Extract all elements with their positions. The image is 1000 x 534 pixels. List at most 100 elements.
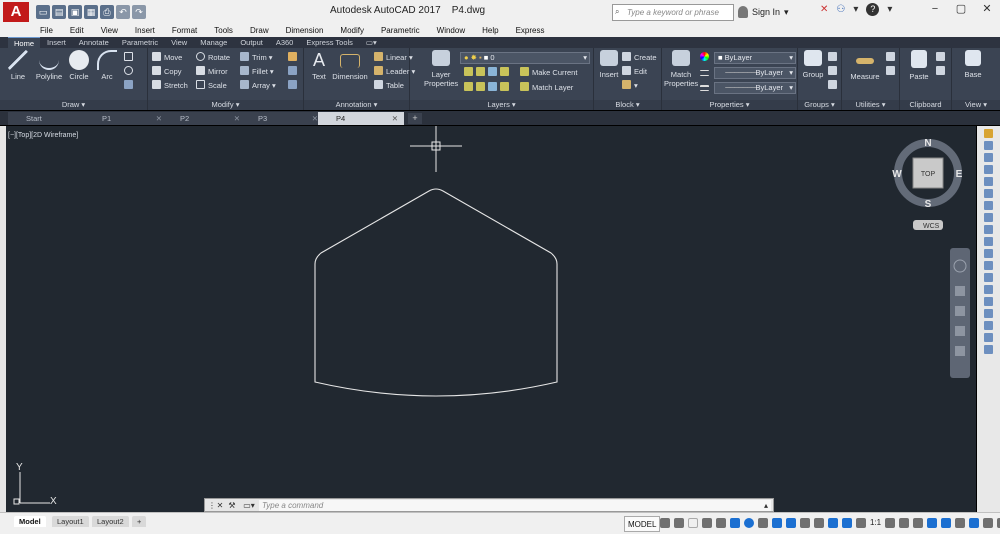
ellipse-icon[interactable] xyxy=(984,225,993,234)
block-panel-title[interactable]: Block ▾ xyxy=(594,100,661,110)
object-snap-icon[interactable] xyxy=(786,518,796,528)
text-button[interactable]: A Text xyxy=(308,50,330,81)
layer-isolate-icon[interactable] xyxy=(476,67,485,76)
tab-a360[interactable]: A360 xyxy=(270,37,300,48)
close-icon[interactable]: ✕ xyxy=(974,0,1000,18)
compass-south[interactable]: S xyxy=(925,199,932,210)
tab-view[interactable]: View xyxy=(165,37,193,48)
lock-ui-icon[interactable] xyxy=(941,518,952,528)
arc-button[interactable]: Arc xyxy=(96,50,118,81)
zoom-extents-icon[interactable] xyxy=(955,306,965,316)
annotation-scale-icon[interactable] xyxy=(856,518,866,528)
scale-button[interactable]: Scale xyxy=(196,80,227,92)
layer-unisolate-icon[interactable] xyxy=(476,82,485,91)
viewcube-face-top[interactable]: TOP xyxy=(921,171,936,178)
open-icon[interactable]: ▤ xyxy=(52,5,66,19)
create-block-button[interactable]: Create xyxy=(622,52,657,64)
units-icon[interactable] xyxy=(913,518,924,528)
layout-tab-layout1[interactable]: Layout1 xyxy=(52,516,89,527)
isometric-drafting-icon[interactable] xyxy=(758,518,768,528)
utilities-panel-title[interactable]: Utilities ▾ xyxy=(842,100,899,110)
new-icon[interactable]: ▭ xyxy=(36,5,50,19)
file-tab-p3[interactable]: P3 ✕ xyxy=(240,112,324,125)
group-select-icon[interactable] xyxy=(828,80,840,92)
clean-screen-icon[interactable] xyxy=(983,518,994,528)
edit-block-button[interactable]: Edit xyxy=(622,66,647,78)
chevron-down-icon[interactable]: ▾ xyxy=(887,4,892,15)
construction-line-icon[interactable] xyxy=(984,141,993,150)
workspace-gear-icon[interactable] xyxy=(885,518,896,528)
layer-on-icon[interactable] xyxy=(464,82,473,91)
hatch-icon[interactable] xyxy=(124,80,136,92)
layer-lock-icon[interactable] xyxy=(500,67,509,76)
ungroup-icon[interactable] xyxy=(828,52,840,64)
chevron-up-icon[interactable]: ▴ xyxy=(761,500,771,511)
model-space-button[interactable]: MODEL xyxy=(624,516,661,532)
base-view-button[interactable]: Base xyxy=(960,50,986,79)
quick-select-icon[interactable] xyxy=(886,66,898,78)
ellipse-arc-icon[interactable] xyxy=(984,237,993,246)
copy-clip-icon[interactable] xyxy=(936,52,948,64)
fillet-button[interactable]: Fillet ▾ xyxy=(240,66,274,78)
polar-tracking-icon[interactable] xyxy=(744,518,754,528)
view-panel-title[interactable]: View ▾ xyxy=(952,100,1000,110)
menu-insert[interactable]: Insert xyxy=(135,24,155,37)
tab-home[interactable]: Home xyxy=(8,37,41,48)
rectangle-icon[interactable] xyxy=(984,165,993,174)
stay-connected-icon[interactable]: ▾ xyxy=(853,4,858,15)
infer-constraints-icon[interactable] xyxy=(702,518,712,528)
redo-icon[interactable]: ↷ xyxy=(132,5,146,19)
save-icon[interactable]: ▣ xyxy=(68,5,82,19)
tab-output[interactable]: Output xyxy=(234,37,269,48)
polyline-button[interactable]: Polyline xyxy=(34,50,64,81)
tab-annotate[interactable]: Annotate xyxy=(73,37,115,48)
circle-icon[interactable] xyxy=(984,189,993,198)
dimension-button[interactable]: Dimension xyxy=(332,50,368,81)
layer-thaw-icon[interactable] xyxy=(488,82,497,91)
compass-west[interactable]: W xyxy=(892,169,902,180)
layout-tab-layout2[interactable]: Layout2 xyxy=(92,516,129,527)
tab-parametric[interactable]: Parametric xyxy=(116,37,164,48)
wrench-icon[interactable]: ⚒ xyxy=(227,500,237,511)
make-block-icon[interactable] xyxy=(984,261,993,270)
layer-dropdown[interactable]: ● ✸ ▪ ■ 0 ▾ xyxy=(460,52,590,64)
calculator-icon[interactable] xyxy=(886,52,898,64)
layers-panel-title[interactable]: Layers ▾ xyxy=(410,100,593,110)
layout-tab-model[interactable]: Model xyxy=(14,516,46,527)
minimize-icon[interactable]: − xyxy=(922,0,948,18)
make-current-button[interactable]: Make Current xyxy=(520,67,577,79)
snap-mode-icon[interactable] xyxy=(674,518,684,528)
match-layer-button[interactable]: Match Layer xyxy=(520,82,573,94)
measure-button[interactable]: Measure xyxy=(848,50,882,81)
annotation-visibility-icon[interactable] xyxy=(828,518,838,528)
color-dropdown[interactable]: ■ ByLayer ▾ xyxy=(714,52,796,64)
annotation-scale-value[interactable]: 1:1 xyxy=(870,518,881,528)
close-icon[interactable]: ✕ xyxy=(215,500,225,511)
lineweight-dropdown[interactable]: ───────ByLayer ▾ xyxy=(714,82,796,94)
orbit-icon[interactable] xyxy=(955,326,965,336)
isolate-objects-icon[interactable] xyxy=(955,518,966,528)
pan-icon[interactable] xyxy=(955,286,965,296)
group-button[interactable]: Group xyxy=(800,50,826,79)
file-tab-start[interactable]: Start xyxy=(8,112,92,125)
match-properties-button[interactable]: Match Properties xyxy=(664,50,698,88)
undo-icon[interactable]: ↶ xyxy=(116,5,130,19)
menu-dimension[interactable]: Dimension xyxy=(286,24,324,37)
ribbon-options-icon[interactable]: ▭▾ xyxy=(360,37,383,48)
search-input[interactable]: ⌕ Type a keyword or phrase xyxy=(612,4,734,21)
file-tab-p2[interactable]: P2 ✕ xyxy=(162,112,246,125)
exchange-icon[interactable]: ✕ xyxy=(820,4,828,15)
tab-insert[interactable]: Insert xyxy=(41,37,72,48)
offset-icon[interactable] xyxy=(288,80,300,92)
quick-properties-icon[interactable] xyxy=(927,518,938,528)
groups-panel-title[interactable]: Groups ▾ xyxy=(798,100,841,110)
print-icon[interactable]: ⎙ xyxy=(100,5,114,19)
trim-button[interactable]: Trim ▾ xyxy=(240,52,273,64)
recent-commands-icon[interactable]: ▭▾ xyxy=(241,500,257,511)
layer-freeze-icon[interactable] xyxy=(488,67,497,76)
menu-edit[interactable]: Edit xyxy=(70,24,84,37)
paste-button[interactable]: Paste xyxy=(906,50,932,81)
ellipse-icon[interactable] xyxy=(124,66,136,78)
compass-east[interactable]: E xyxy=(956,169,963,180)
linetype-dropdown[interactable]: ───────ByLayer ▾ xyxy=(714,67,796,79)
